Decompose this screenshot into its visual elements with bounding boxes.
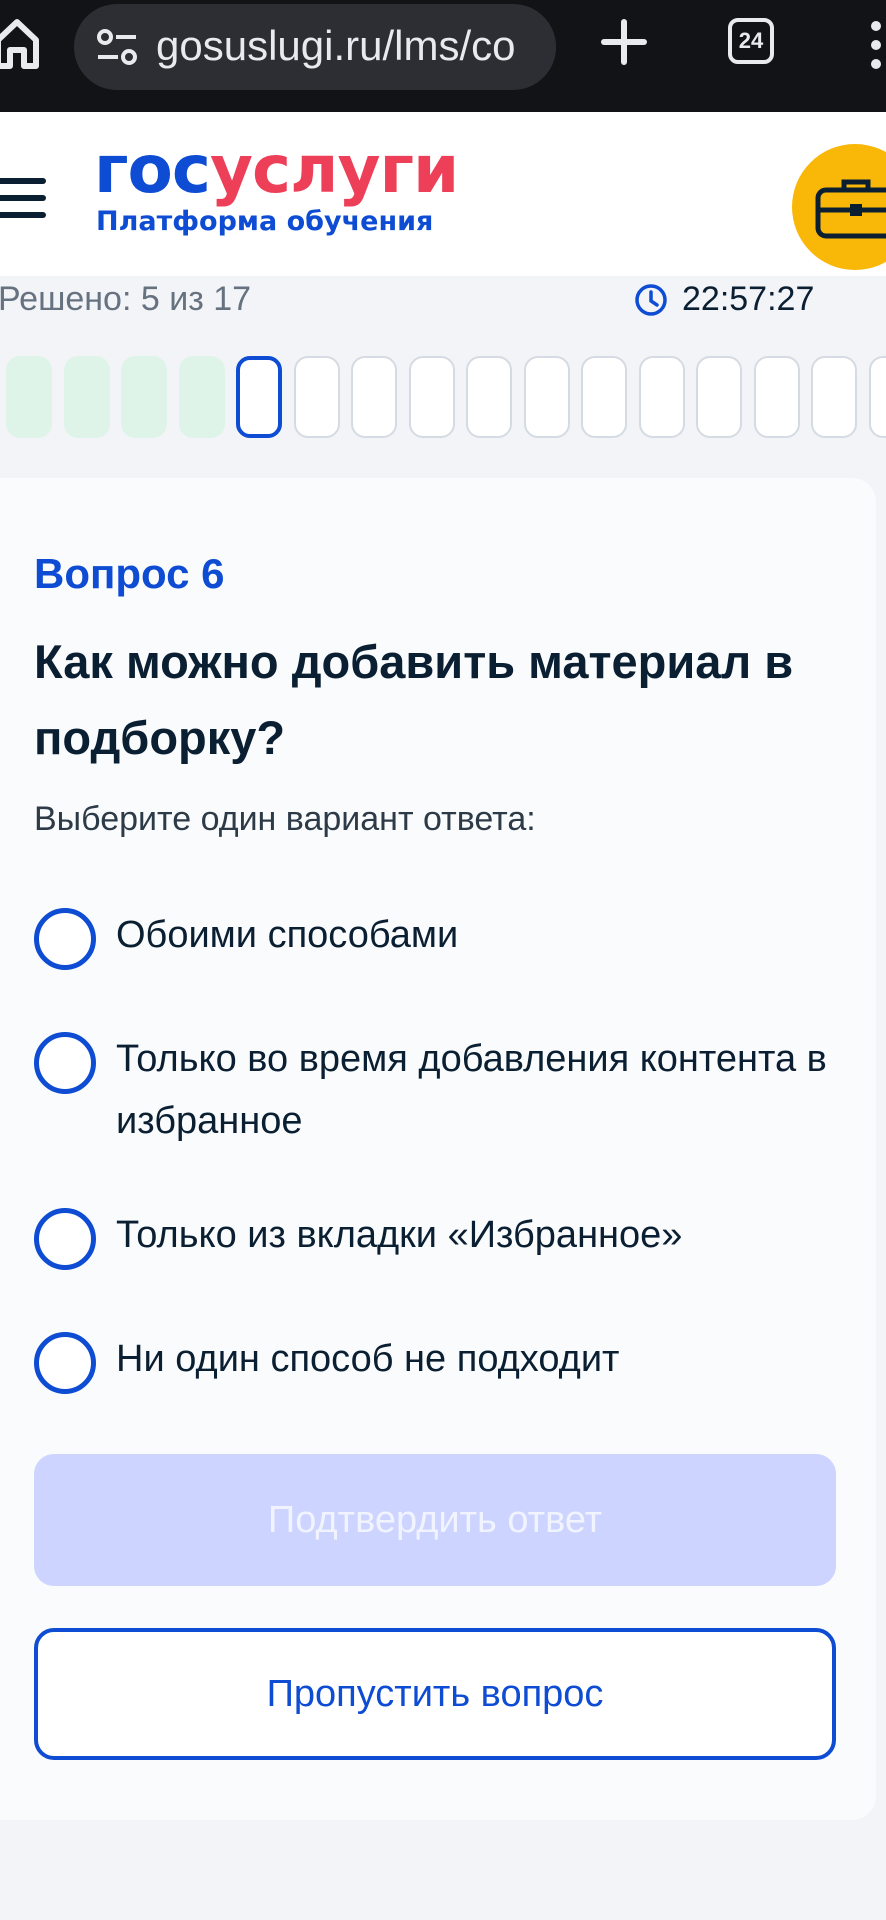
radio-button[interactable]: [34, 908, 96, 970]
browser-toolbar: gosuslugi.ru/lms/co 24: [0, 0, 886, 112]
skip-question-button[interactable]: Пропустить вопрос: [34, 1628, 836, 1760]
answer-option[interactable]: Только из вкладки «Избранное»: [34, 1204, 854, 1270]
question-step-done[interactable]: [6, 356, 52, 438]
url-fade: [516, 4, 556, 90]
question-steps: [6, 356, 886, 438]
answer-option[interactable]: Обоими способами: [34, 904, 854, 970]
site-settings-icon[interactable]: [96, 28, 138, 66]
radio-button[interactable]: [34, 1032, 96, 1094]
question-card: Вопрос 6 Как можно добавить материал в п…: [0, 478, 876, 1820]
url-text: gosuslugi.ru/lms/co: [156, 22, 516, 69]
question-step-todo[interactable]: [811, 356, 857, 438]
tab-switcher-button[interactable]: 24: [728, 18, 774, 64]
answer-option-label: Только из вкладки «Избранное»: [116, 1214, 683, 1256]
question-step-todo[interactable]: [638, 356, 685, 438]
question-number: Вопрос 6: [34, 550, 225, 597]
question-step-todo[interactable]: [466, 356, 512, 438]
question-step-todo[interactable]: [753, 356, 800, 438]
question-step-todo[interactable]: [696, 356, 742, 438]
question-step-todo[interactable]: [868, 356, 886, 438]
clock-icon: [635, 283, 667, 316]
briefcase-icon: [815, 179, 886, 239]
confirm-answer-button[interactable]: Подтвердить ответ: [34, 1454, 836, 1586]
question-step-todo[interactable]: [293, 356, 340, 438]
answer-option-label: Ни один способ не подходит: [116, 1338, 620, 1380]
timer-value: 22:57:27: [682, 280, 815, 318]
logo-part-gos: гос: [94, 131, 211, 208]
question-step-current[interactable]: [236, 356, 282, 438]
menu-icon[interactable]: [0, 178, 46, 218]
address-bar[interactable]: gosuslugi.ru/lms/co: [74, 4, 556, 90]
gosuslugi-logo[interactable]: госуслуги: [94, 130, 459, 210]
new-tab-icon[interactable]: [600, 18, 648, 66]
answer-option[interactable]: Ни один способ не подходит: [34, 1328, 854, 1394]
question-step-todo[interactable]: [351, 356, 397, 438]
question-step-todo[interactable]: [523, 356, 570, 438]
logo-subtitle: Платформа обучения: [96, 206, 434, 237]
question-step-todo[interactable]: [581, 356, 627, 438]
timer: 22:57:27: [634, 280, 814, 319]
question-step-todo[interactable]: [408, 356, 455, 438]
radio-button[interactable]: [34, 1332, 96, 1394]
answer-option-label: Только во время добавления контента в из…: [116, 1038, 827, 1142]
site-header: госуслуги Платформа обучения: [0, 112, 886, 276]
answer-option[interactable]: Только во время добавления контента в из…: [34, 1028, 854, 1152]
question-title: Как можно добавить материал в подборку?: [34, 635, 794, 764]
question-step-done[interactable]: [63, 356, 110, 438]
answer-option-label: Обоими способами: [116, 914, 459, 956]
radio-button[interactable]: [34, 1208, 96, 1270]
solved-counter: Решено: 5 из 17: [0, 280, 252, 318]
home-icon[interactable]: [0, 16, 40, 72]
logo-part-uslugi: услуги: [209, 131, 459, 208]
briefcase-button[interactable]: [792, 144, 886, 270]
question-step-done[interactable]: [121, 356, 167, 438]
answer-hint: Выберите один вариант ответа:: [34, 800, 536, 838]
question-step-done[interactable]: [178, 356, 225, 438]
more-menu-icon[interactable]: [866, 20, 886, 70]
